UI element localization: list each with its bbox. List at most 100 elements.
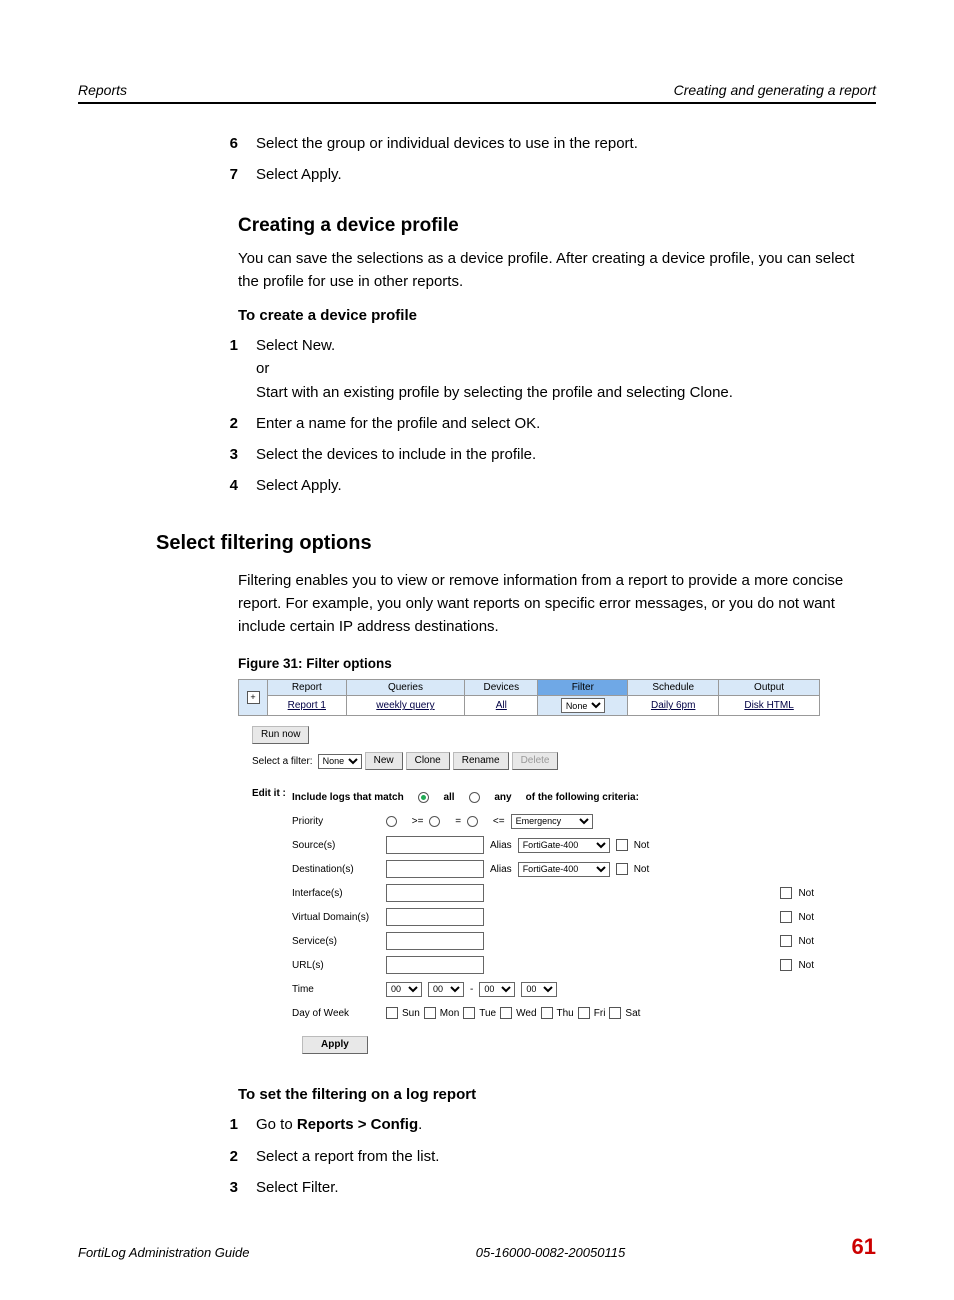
sources-alias-select[interactable]: FortiGate-400 — [518, 838, 610, 853]
alias-label: Alias — [490, 840, 512, 851]
not-label: Not — [798, 960, 814, 971]
radio-icon — [418, 792, 429, 803]
dow-checkbox[interactable] — [463, 1007, 475, 1019]
not-checkbox[interactable] — [616, 863, 628, 875]
step-number: 1 — [198, 1113, 256, 1136]
label-services: Service(s) — [292, 936, 382, 947]
not-label: Not — [798, 936, 814, 947]
dow-label: Sun — [402, 1008, 420, 1019]
dow-label: Tue — [479, 1008, 496, 1019]
link-devices[interactable]: All — [496, 700, 507, 711]
label-virtual-domains: Virtual Domain(s) — [292, 912, 382, 923]
alias-label: Alias — [490, 864, 512, 875]
step-line: or — [256, 360, 269, 377]
radio-any-wrap[interactable]: any — [469, 788, 512, 806]
select-filter-label: Select a filter: — [252, 756, 313, 767]
not-checkbox[interactable] — [616, 839, 628, 851]
figure-caption: Figure 31: Filter options — [238, 656, 876, 671]
dow-checkbox[interactable] — [500, 1007, 512, 1019]
virtual-domains-input[interactable] — [386, 908, 484, 926]
edit-label: Edit it : — [252, 788, 292, 799]
radio-icon — [467, 816, 478, 827]
time-dash: - — [470, 984, 473, 995]
interfaces-input[interactable] — [386, 884, 484, 902]
apply-button[interactable]: Apply — [302, 1036, 368, 1054]
time-mm-to[interactable]: 00 — [521, 982, 557, 997]
time-mm-from[interactable]: 00 — [428, 982, 464, 997]
time-hh-to[interactable]: 00 — [479, 982, 515, 997]
header-left: Reports — [78, 82, 127, 98]
radio-all-label: all — [443, 792, 454, 803]
radio-all-wrap[interactable]: all — [418, 788, 455, 806]
step-number: 3 — [198, 1176, 256, 1199]
label-time: Time — [292, 984, 382, 995]
step-number: 4 — [198, 474, 256, 497]
step-row: 4 Select Apply. — [198, 474, 876, 497]
dow-checkbox[interactable] — [424, 1007, 436, 1019]
rename-button[interactable]: Rename — [453, 752, 509, 770]
step-number: 2 — [198, 1145, 256, 1168]
step-text: Select Apply. — [256, 474, 876, 497]
dow-checkbox[interactable] — [609, 1007, 621, 1019]
tab-filter[interactable]: Filter — [538, 680, 628, 696]
not-label: Not — [798, 888, 814, 899]
link-queries[interactable]: weekly query — [376, 700, 434, 711]
step-text: Select Apply. — [256, 163, 876, 186]
step-number: 1 — [198, 334, 256, 357]
link-schedule[interactable]: Daily 6pm — [651, 700, 695, 711]
radio-ge[interactable]: >= — [386, 812, 423, 830]
time-hh-from[interactable]: 00 — [386, 982, 422, 997]
include-suffix: of the following criteria: — [526, 792, 639, 803]
not-checkbox[interactable] — [780, 887, 792, 899]
label-urls: URL(s) — [292, 960, 382, 971]
expand-button[interactable]: + — [239, 680, 268, 716]
dow-checkbox[interactable] — [541, 1007, 553, 1019]
select-filter-dropdown[interactable]: None — [318, 754, 362, 769]
radio-eq[interactable]: = — [429, 812, 461, 830]
label-destinations: Destination(s) — [292, 864, 382, 875]
tab-report[interactable]: Report — [268, 680, 347, 696]
tab-devices[interactable]: Devices — [465, 680, 538, 696]
dow-checkbox[interactable] — [386, 1007, 398, 1019]
not-checkbox[interactable] — [780, 959, 792, 971]
footer-left: FortiLog Administration Guide — [78, 1245, 250, 1260]
radio-le[interactable]: <= — [467, 812, 504, 830]
services-input[interactable] — [386, 932, 484, 950]
label-sources: Source(s) — [292, 840, 382, 851]
step-text: Select Filter. — [256, 1176, 876, 1199]
not-checkbox[interactable] — [780, 935, 792, 947]
not-checkbox[interactable] — [780, 911, 792, 923]
step-text: Select the group or individual devices t… — [256, 132, 876, 155]
link-output[interactable]: Disk HTML — [744, 700, 793, 711]
step-line: Select New. — [256, 337, 335, 354]
tab-schedule[interactable]: Schedule — [628, 680, 719, 696]
dow-label: Thu — [557, 1008, 574, 1019]
link-report-name[interactable]: Report 1 — [288, 700, 326, 711]
radio-icon — [429, 816, 440, 827]
step-text: Go to Reports > Config. — [256, 1113, 876, 1136]
step-number: 7 — [198, 163, 256, 186]
sources-input[interactable] — [386, 836, 484, 854]
plus-icon: + — [247, 691, 260, 704]
step-row: 1 Select New. or Start with an existing … — [198, 334, 876, 404]
urls-input[interactable] — [386, 956, 484, 974]
priority-select[interactable]: Emergency — [511, 814, 593, 829]
label-interfaces: Interface(s) — [292, 888, 382, 899]
paragraph: You can save the selections as a device … — [238, 247, 876, 294]
clone-button[interactable]: Clone — [406, 752, 450, 770]
filter-select[interactable]: None — [561, 698, 605, 713]
run-now-button[interactable]: Run now — [252, 726, 309, 744]
delete-button[interactable]: Delete — [512, 752, 559, 770]
footer-page-number: 61 — [852, 1234, 876, 1260]
page-footer: FortiLog Administration Guide 05-16000-0… — [78, 1233, 876, 1260]
tab-queries[interactable]: Queries — [346, 680, 465, 696]
step-text: Select the devices to include in the pro… — [256, 443, 876, 466]
radio-any-label: any — [494, 792, 511, 803]
not-label: Not — [798, 912, 814, 923]
destinations-input[interactable] — [386, 860, 484, 878]
heading-create-profile: Creating a device profile — [238, 215, 876, 237]
destinations-alias-select[interactable]: FortiGate-400 — [518, 862, 610, 877]
dow-checkbox[interactable] — [578, 1007, 590, 1019]
new-button[interactable]: New — [365, 752, 403, 770]
tab-output[interactable]: Output — [719, 680, 820, 696]
